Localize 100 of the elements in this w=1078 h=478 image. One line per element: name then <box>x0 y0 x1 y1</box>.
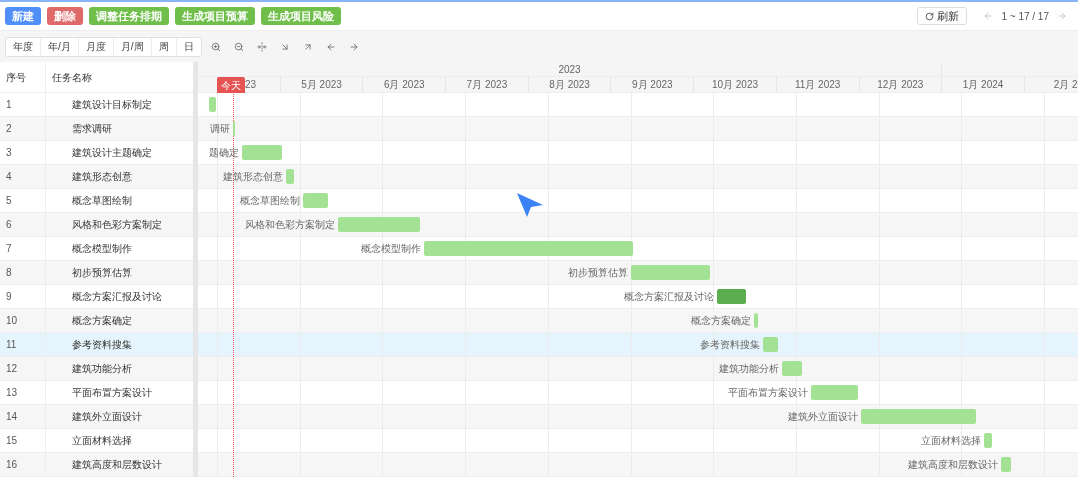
view-mode-tab[interactable]: 月/周 <box>113 37 152 56</box>
task-name: 建筑功能分析 <box>71 362 133 376</box>
table-row[interactable]: 10 概念方案确定 <box>0 309 193 333</box>
table-row[interactable]: 1 建筑设计目标制定 <box>0 93 193 117</box>
refresh-button[interactable]: 刷新 <box>917 7 968 25</box>
row-number: 13 <box>0 381 46 404</box>
table-row[interactable]: 6 风格和色彩方案制定 <box>0 213 193 237</box>
task-bar[interactable] <box>861 409 976 424</box>
task-name: 建筑高度和层数设计 <box>71 458 163 472</box>
month-label: 11月 2023 <box>794 78 841 92</box>
month-label: 1月 2024 <box>962 78 1004 92</box>
table-row[interactable]: 15 立面材料选择 <box>0 429 193 453</box>
bar-label: 初步预算估算 <box>568 266 628 279</box>
month-label: 2月 2 <box>1053 78 1078 92</box>
row-number: 14 <box>0 405 46 428</box>
task-bar[interactable] <box>763 337 778 352</box>
row-number: 1 <box>0 93 46 116</box>
task-bar[interactable] <box>338 217 420 232</box>
zoom-out-icon[interactable] <box>233 41 244 52</box>
task-bar[interactable] <box>754 313 758 328</box>
arrow-left-icon[interactable] <box>325 41 336 52</box>
bar-label: 概念方案汇报及讨论 <box>624 290 714 303</box>
pagination-range: 1 ~ 17 / 17 <box>1001 9 1049 24</box>
row-number: 6 <box>0 213 46 236</box>
column-header: 序号 <box>0 62 46 92</box>
month-label: 10月 2023 <box>711 78 759 92</box>
row-number: 7 <box>0 237 46 260</box>
task-name: 平面布置方案设计 <box>71 386 153 400</box>
table-row[interactable]: 11 参考资料搜集 <box>0 333 193 357</box>
table-row[interactable]: 13 平面布置方案设计 <box>0 381 193 405</box>
column-header: 任务名称 <box>51 70 93 85</box>
bar-label: 平面布置方案设计 <box>728 386 808 399</box>
table-row[interactable]: 5 概念草图绘制 <box>0 189 193 213</box>
task-bar[interactable] <box>1001 457 1011 472</box>
row-number: 3 <box>0 141 46 164</box>
cursor-icon <box>515 191 545 219</box>
month-label: 23 <box>245 78 257 92</box>
row-number: 15 <box>0 429 46 452</box>
view-mode-tab[interactable]: 日 <box>176 37 201 56</box>
task-bar[interactable] <box>242 145 282 160</box>
task-bar[interactable] <box>984 433 992 448</box>
table-row[interactable]: 12 建筑功能分析 <box>0 357 193 381</box>
task-name: 初步预算估算 <box>71 266 133 280</box>
bar-label: 概念模型制作 <box>361 242 421 255</box>
zoom-in-icon[interactable] <box>210 41 221 52</box>
row-number: 8 <box>0 261 46 284</box>
view-mode-tab[interactable]: 年度 <box>6 37 41 56</box>
table-row[interactable]: 3 建筑设计主题确定 <box>0 141 193 165</box>
prev-page-button[interactable] <box>983 11 994 21</box>
month-label: 6月 2023 <box>383 78 425 92</box>
task-name: 概念方案汇报及讨论 <box>71 290 163 304</box>
next-page-button[interactable] <box>1057 11 1067 21</box>
task-name: 建筑外立面设计 <box>71 410 143 424</box>
arrow-up-right-icon[interactable] <box>302 41 313 52</box>
table-row[interactable]: 9 概念方案汇报及讨论 <box>0 285 193 309</box>
bar-label: 调研 <box>210 122 230 135</box>
row-number: 10 <box>0 309 46 332</box>
row-number: 5 <box>0 189 46 212</box>
bar-label: 建筑外立面设计 <box>788 410 858 423</box>
today-badge: 今天 <box>217 77 245 93</box>
month-label: 7月 2023 <box>466 78 508 92</box>
table-row[interactable]: 7 概念模型制作 <box>0 237 193 261</box>
task-bar[interactable] <box>811 385 858 400</box>
row-number: 4 <box>0 165 46 188</box>
task-bar[interactable] <box>424 241 633 256</box>
table-row[interactable]: 2 需求调研 <box>0 117 193 141</box>
table-row[interactable]: 14 建筑外立面设计 <box>0 405 193 429</box>
view-mode-tab[interactable]: 年/月 <box>41 37 79 56</box>
task-name: 建筑形态创意 <box>71 170 133 184</box>
task-name: 需求调研 <box>71 122 113 136</box>
bar-label: 概念方案确定 <box>691 314 751 327</box>
arrow-right-icon[interactable] <box>348 41 359 52</box>
bar-label: 建筑功能分析 <box>719 362 779 375</box>
table-row[interactable]: 8 初步预算估算 <box>0 261 193 285</box>
table-row[interactable]: 16 建筑高度和层数设计 <box>0 453 193 477</box>
task-name: 概念草图绘制 <box>71 194 133 208</box>
fold-icon[interactable] <box>256 41 267 52</box>
month-label: 5月 2023 <box>301 78 342 92</box>
task-name: 风格和色彩方案制定 <box>71 218 163 232</box>
bar-label: 立面材料选择 <box>921 434 981 447</box>
table-row[interactable]: 4 建筑形态创意 <box>0 165 193 189</box>
view-mode-tab[interactable]: 周 <box>151 37 177 56</box>
task-name: 参考资料搜集 <box>71 338 133 352</box>
task-name: 建筑设计目标制定 <box>71 98 153 112</box>
row-number: 12 <box>0 357 46 380</box>
task-bar[interactable] <box>631 265 710 280</box>
bar-label: 概念草图绘制 <box>240 194 300 207</box>
task-name: 概念方案确定 <box>71 314 133 328</box>
task-bar[interactable] <box>717 289 746 304</box>
task-name: 建筑设计主题确定 <box>71 146 153 160</box>
view-mode-tab[interactable]: 月度 <box>78 37 114 56</box>
task-bar[interactable] <box>286 169 294 184</box>
bar-label: 题确定 <box>209 146 239 159</box>
year-label: 2023 <box>198 62 942 76</box>
task-bar[interactable] <box>303 193 328 208</box>
task-name: 概念模型制作 <box>71 242 133 256</box>
task-bar[interactable] <box>782 361 802 376</box>
task-bar[interactable] <box>209 97 216 112</box>
month-label: 8月 2023 <box>549 78 590 92</box>
arrow-down-right-icon[interactable] <box>279 41 290 52</box>
